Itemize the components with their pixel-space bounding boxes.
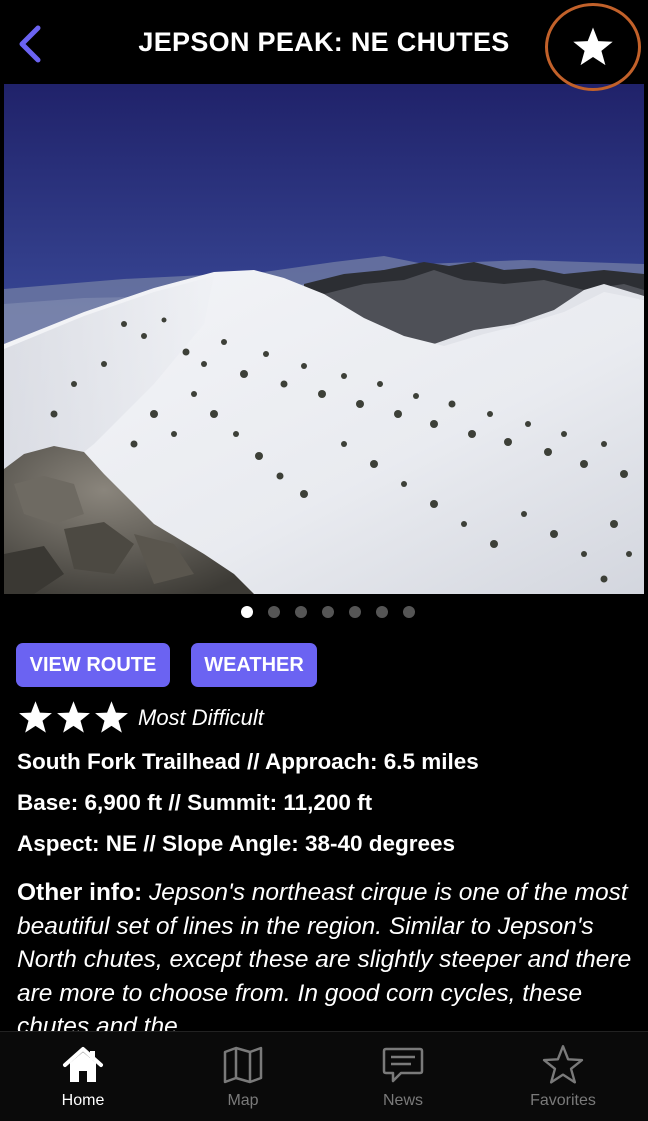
tab-map-label: Map	[227, 1092, 259, 1109]
elevation-info: Base: 6,900 ft // Summit: 11,200 ft	[17, 790, 373, 815]
other-info-label: Other info:	[17, 879, 143, 906]
star-icon	[19, 701, 52, 733]
difficulty-label: Most Difficult	[138, 704, 264, 730]
page-dot-5[interactable]	[349, 606, 361, 618]
star-icon	[57, 701, 90, 733]
page-dot-7[interactable]	[403, 606, 415, 618]
tab-home-label: Home	[61, 1092, 105, 1109]
page-dot-3[interactable]	[295, 606, 307, 618]
weather-button[interactable]: WEATHER	[191, 643, 317, 687]
page-dot-4[interactable]	[322, 606, 334, 618]
aspect-info: Aspect: NE // Slope Angle: 38-40 degrees	[17, 831, 456, 856]
page-title: JEPSON PEAK: NE CHUTES	[138, 27, 510, 57]
tab-news-label: News	[382, 1092, 423, 1109]
favorite-button[interactable]	[545, 3, 641, 91]
gallery-pagination	[0, 606, 648, 618]
star-icon	[95, 701, 128, 733]
other-info: Other info: Jepson's northeast cirque is…	[17, 876, 633, 1031]
route-photo[interactable]	[4, 84, 644, 594]
map-icon	[223, 1046, 263, 1084]
difficulty-stars	[17, 700, 130, 735]
bottom-tab-bar: Home Map News Favorites	[0, 1031, 648, 1121]
difficulty-rating: Most Difficult	[17, 700, 264, 735]
view-route-button[interactable]: VIEW ROUTE	[16, 643, 170, 687]
mountain-photo	[4, 84, 644, 594]
page-dot-2[interactable]	[268, 606, 280, 618]
tab-map[interactable]: Map	[162, 1032, 324, 1121]
home-icon	[63, 1047, 103, 1082]
back-button[interactable]	[10, 22, 50, 66]
chevron-left-icon	[19, 25, 41, 63]
chat-icon	[382, 1047, 424, 1083]
tab-home[interactable]: Home	[2, 1032, 164, 1121]
page-dot-6[interactable]	[376, 606, 388, 618]
tab-news[interactable]: News	[322, 1032, 484, 1121]
star-icon	[573, 27, 613, 66]
approach-info: South Fork Trailhead // Approach: 6.5 mi…	[17, 749, 479, 774]
tab-favorites-label: Favorites	[530, 1092, 596, 1109]
star-outline-icon	[542, 1045, 584, 1084]
page-dot-1[interactable]	[241, 606, 253, 618]
tab-favorites[interactable]: Favorites	[482, 1032, 644, 1121]
